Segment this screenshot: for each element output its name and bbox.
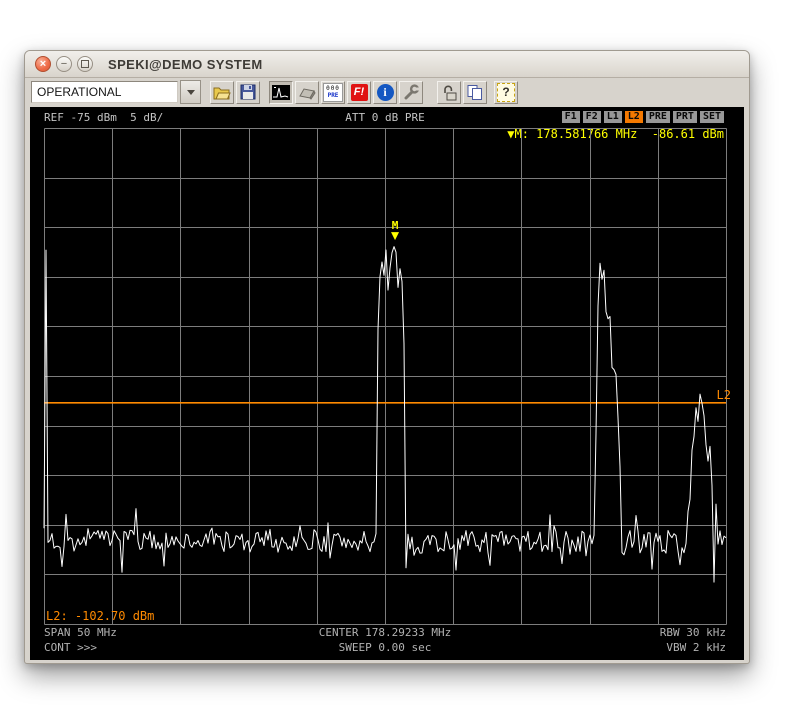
softkey-row: F1 F2 L1 L2 PRE PRT SET	[561, 111, 724, 123]
softkey-f2[interactable]: F2	[582, 111, 601, 123]
span-readout: SPAN 50 MHz	[44, 626, 117, 639]
open-button[interactable]	[210, 80, 234, 104]
info-button[interactable]: i	[373, 80, 397, 104]
spectrum-view-button[interactable]	[269, 80, 293, 104]
spectrum-icon	[272, 84, 290, 100]
minimize-button[interactable]: −	[56, 56, 72, 72]
ref-level-readout: REF -75 dBm 5 dB/	[44, 111, 164, 124]
title-bar[interactable]: × − SPEKI@DEMO SYSTEM	[25, 51, 749, 78]
spectrum-plot: L2 M	[43, 128, 731, 625]
softkey-f1[interactable]: F1	[561, 111, 580, 123]
function-keys-button[interactable]: F!	[347, 80, 371, 104]
maximize-icon	[81, 60, 89, 68]
svg-text:L2: L2	[717, 388, 731, 402]
window-title: SPEKI@DEMO SYSTEM	[108, 56, 263, 72]
help-icon: ?	[497, 82, 515, 102]
hardware-button[interactable]	[295, 80, 319, 104]
wrench-icon	[404, 84, 420, 100]
mode-select[interactable]: OPERATIONAL	[31, 81, 178, 103]
softkey-l1[interactable]: L1	[603, 111, 622, 123]
function-keys-icon: F!	[350, 83, 368, 101]
softkey-pre[interactable]: PRE	[645, 111, 670, 123]
unlock-button[interactable]	[437, 80, 461, 104]
copy-icon	[467, 84, 482, 100]
copy-button[interactable]	[463, 80, 487, 104]
app-window: × − SPEKI@DEMO SYSTEM OPERATIONAL 000 PR…	[24, 50, 750, 664]
help-button[interactable]: ?	[494, 80, 518, 104]
info-icon: i	[376, 83, 394, 101]
rbw-readout: RBW 30 kHz	[659, 626, 726, 639]
maximize-button[interactable]	[77, 56, 93, 72]
svg-text:M: M	[392, 219, 399, 232]
open-folder-icon	[213, 87, 231, 99]
chevron-down-icon	[186, 89, 195, 95]
softkey-prt[interactable]: PRT	[672, 111, 697, 123]
preset-button[interactable]: 000 PRE	[321, 80, 345, 104]
tools-button[interactable]	[399, 80, 423, 104]
mode-select-dropdown-button[interactable]	[180, 80, 201, 104]
center-frequency-readout: CENTER 178.29233 MHz	[318, 626, 452, 639]
limit-line-readout: L2: -102.70 dBm	[46, 609, 155, 623]
close-button[interactable]: ×	[35, 56, 51, 72]
spectrum-display: REF -75 dBm 5 dB/ ATT 0 dB PRE F1 F2 L1 L2 P…	[30, 107, 744, 660]
attenuation-readout: ATT 0 dB PRE	[345, 111, 425, 124]
toolbar: OPERATIONAL 000 PRE F! i ?	[25, 78, 749, 106]
save-floppy-icon	[240, 84, 256, 100]
unlock-icon	[443, 85, 456, 100]
sweep-mode-readout: CONT >>>	[44, 641, 97, 654]
softkey-set[interactable]: SET	[699, 111, 724, 123]
hardware-icon	[299, 87, 316, 100]
sweep-time-readout: SWEEP 0.00 sec	[338, 641, 432, 654]
vbw-readout: VBW 2 kHz	[666, 641, 726, 654]
save-button[interactable]	[236, 80, 260, 104]
softkey-l2[interactable]: L2	[624, 111, 643, 123]
preset-icon: 000 PRE	[323, 82, 343, 102]
